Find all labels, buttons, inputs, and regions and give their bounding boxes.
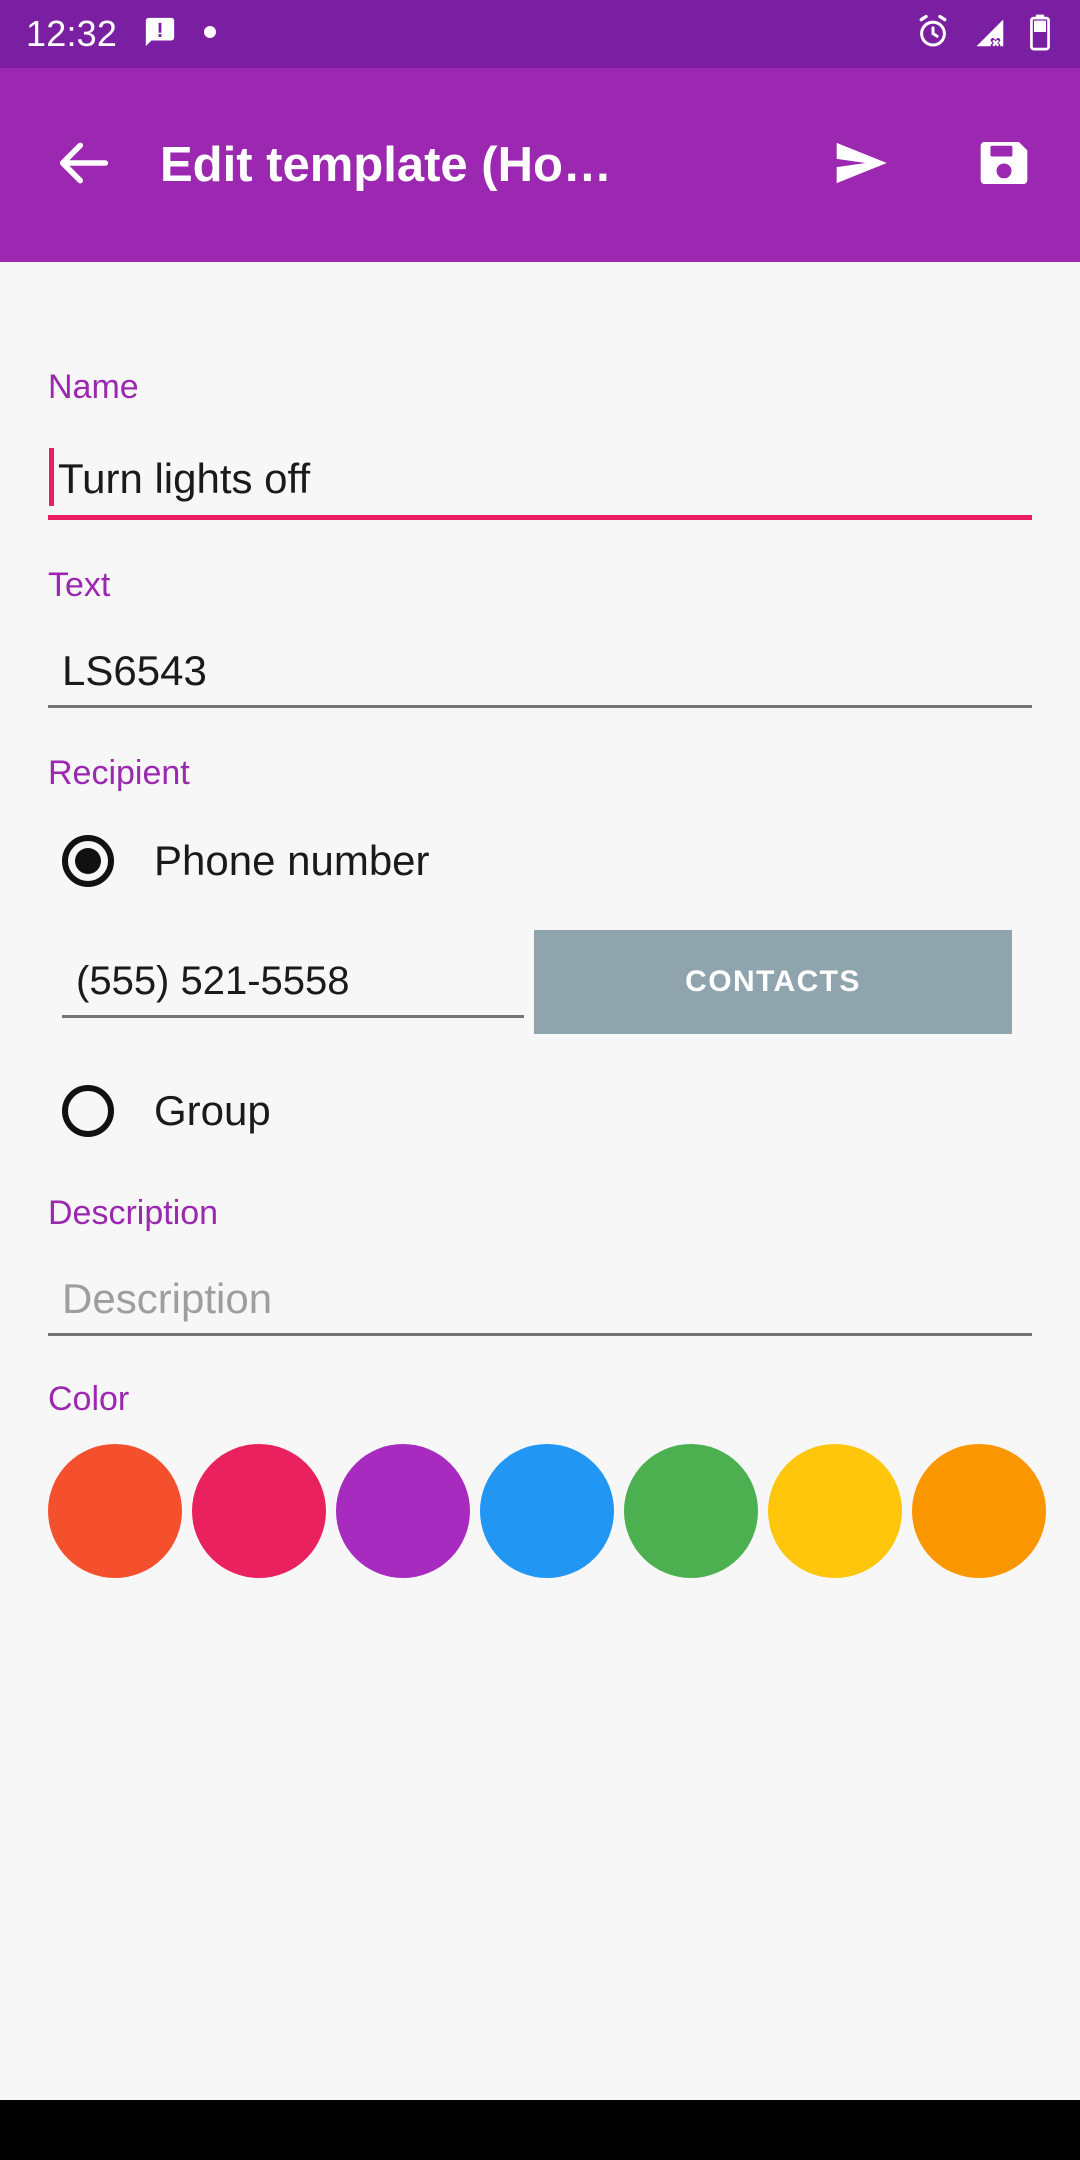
- color-swatch-pink[interactable]: [192, 1444, 326, 1578]
- name-input[interactable]: Turn lights off: [48, 442, 1032, 520]
- save-button[interactable]: [956, 117, 1052, 213]
- app-bar: Edit template (Ho…: [0, 68, 1080, 262]
- color-swatch-orange[interactable]: [912, 1444, 1046, 1578]
- description-placeholder: Description: [62, 1274, 273, 1322]
- color-swatch-row[interactable]: [48, 1444, 1048, 1578]
- radio-group-label: Group: [154, 1087, 271, 1134]
- signal-off-icon: [970, 13, 1008, 56]
- dot-icon: [203, 25, 217, 44]
- phone-number-input[interactable]: (555) 521-5558: [62, 946, 524, 1018]
- text-caret: [49, 448, 54, 506]
- form-content: Name Turn lights off Text LS6543 Recipie…: [0, 262, 1080, 2100]
- radio-phone-number[interactable]: Phone number: [48, 822, 1032, 900]
- color-swatch-blue[interactable]: [480, 1444, 614, 1578]
- text-input[interactable]: LS6543: [48, 636, 1032, 708]
- status-bar-left: 12:32: [26, 15, 914, 54]
- recipient-label: Recipient: [48, 754, 190, 792]
- color-swatch-green[interactable]: [624, 1444, 758, 1578]
- text-value: LS6543: [62, 646, 207, 694]
- status-bar-right: [914, 13, 1054, 56]
- color-swatch-yellow[interactable]: [768, 1444, 902, 1578]
- name-field-group: Name Turn lights off: [48, 262, 1032, 520]
- name-label: Name: [48, 368, 139, 406]
- description-field-group: Description Description: [48, 1150, 1032, 1336]
- send-button[interactable]: [814, 117, 910, 213]
- status-clock: 12:32: [26, 13, 118, 54]
- message-alert-icon: [143, 15, 177, 54]
- color-swatch-purple[interactable]: [336, 1444, 470, 1578]
- send-icon: [831, 132, 893, 199]
- battery-icon: [1026, 13, 1054, 56]
- description-input[interactable]: Description: [48, 1264, 1032, 1336]
- phone-number-row: (555) 521-5558 CONTACTS: [48, 930, 1032, 1034]
- arrow-back-icon: [52, 131, 116, 200]
- color-field-group: Color: [48, 1336, 1046, 1578]
- page-title: Edit template (Ho…: [160, 138, 612, 192]
- radio-phone-number-icon: [62, 835, 114, 887]
- color-label: Color: [48, 1380, 130, 1418]
- back-button[interactable]: [36, 117, 132, 213]
- phone-screen: 12:32 Edit template (Ho… Name Turn light…: [0, 0, 1080, 2160]
- radio-phone-number-label: Phone number: [154, 837, 430, 884]
- alarm-icon: [914, 13, 952, 56]
- radio-group[interactable]: Group: [48, 1072, 1032, 1150]
- recipient-group: Recipient Phone number (555) 521-5558 CO…: [48, 708, 1032, 1150]
- name-value: Turn lights off: [58, 454, 311, 502]
- radio-group-icon: [62, 1085, 114, 1137]
- status-bar: 12:32: [0, 0, 1080, 68]
- text-field-group: Text LS6543: [48, 520, 1032, 708]
- description-label: Description: [48, 1194, 219, 1232]
- save-icon: [976, 135, 1032, 196]
- phone-number-value: (555) 521-5558: [76, 958, 350, 1003]
- navigation-bar: [0, 2100, 1080, 2160]
- color-swatch-red[interactable]: [48, 1444, 182, 1578]
- text-label: Text: [48, 566, 111, 604]
- contacts-button[interactable]: CONTACTS: [534, 930, 1012, 1034]
